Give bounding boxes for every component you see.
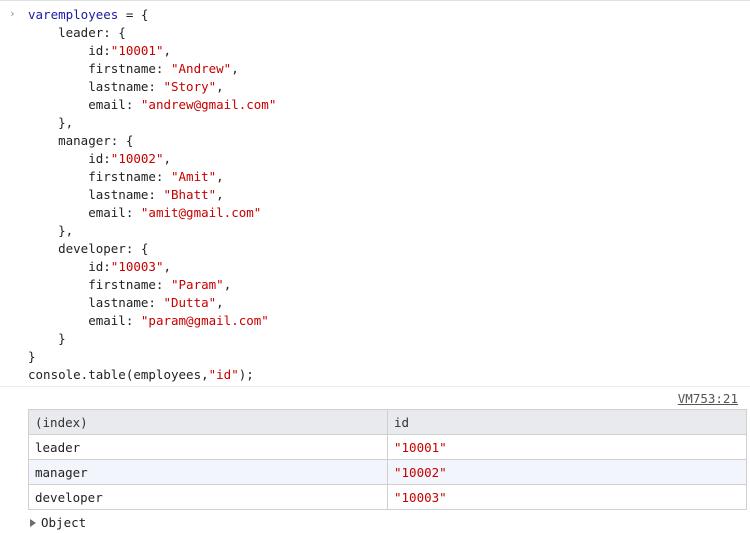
code-text: , <box>231 61 239 76</box>
code-line: lastname: "Bhatt", <box>28 186 276 204</box>
code-line: id:"10002", <box>28 150 276 168</box>
code-text: , <box>223 277 232 292</box>
table-header-row: (index) id <box>28 409 747 435</box>
code-text: }, <box>28 223 74 238</box>
code-text: leader: { <box>28 25 126 40</box>
code-text: ); <box>238 367 254 382</box>
code-text: email: <box>28 313 141 328</box>
string-token: "amit@gmail.com" <box>140 205 262 220</box>
code-line: email: "param@gmail.com" <box>28 312 276 330</box>
string-token: "10002" <box>110 151 164 166</box>
keyword-token: var <box>28 7 51 22</box>
code-line: manager: { <box>28 132 276 150</box>
variable-token: employees <box>50 7 119 22</box>
string-token: "Amit" <box>171 169 217 184</box>
entry-divider <box>0 386 750 387</box>
code-text: } <box>28 349 36 364</box>
code-text: }, <box>28 115 74 130</box>
code-text: id: <box>28 43 111 58</box>
string-token: "id" <box>208 367 239 382</box>
code-line: } <box>28 330 276 348</box>
string-token: "Andrew" <box>171 61 232 76</box>
code-line: id:"10001", <box>28 42 276 60</box>
console-table: (index) id leader "10001" manager "10002… <box>28 409 747 510</box>
console-input-entry[interactable]: › varemployees = { leader: { id:"10001",… <box>0 6 750 386</box>
code-text: email: <box>28 205 141 220</box>
code-text: firstname: <box>28 277 171 292</box>
code-text: lastname: <box>28 79 164 94</box>
table-row: developer "10003" <box>28 484 747 510</box>
code-line: console.table(employees,"id"); <box>28 366 276 384</box>
code-text: id: <box>28 151 111 166</box>
string-token: "10003" <box>110 259 164 274</box>
code-line: firstname: "Andrew", <box>28 60 276 78</box>
code-text: , <box>163 43 172 58</box>
table-row: manager "10002" <box>28 459 747 485</box>
code-line: leader: { <box>28 24 276 42</box>
code-text: , <box>163 259 172 274</box>
code-text: , <box>216 79 224 94</box>
string-token: "param@gmail.com" <box>140 313 269 328</box>
string-token: "Bhatt" <box>163 187 217 202</box>
code-text: email: <box>28 97 141 112</box>
console-top-border <box>0 0 750 1</box>
string-token: "Story" <box>163 79 217 94</box>
code-line: email: "andrew@gmail.com" <box>28 96 276 114</box>
chevron-right-icon: › <box>9 7 16 20</box>
code-line: developer: { <box>28 240 276 258</box>
string-token: "Dutta" <box>163 295 217 310</box>
code-line: lastname: "Dutta", <box>28 294 276 312</box>
column-header-index[interactable]: (index) <box>28 409 388 435</box>
code-text: manager: { <box>28 133 134 148</box>
triangle-right-icon <box>30 519 36 527</box>
code-line: }, <box>28 222 276 240</box>
code-line: lastname: "Story", <box>28 78 276 96</box>
row-index-cell: developer <box>28 484 388 510</box>
string-token: "andrew@gmail.com" <box>140 97 277 112</box>
row-id-cell: "10003" <box>387 484 747 510</box>
code-text: console.table(employees, <box>28 367 209 382</box>
code-line: } <box>28 348 276 366</box>
object-expander[interactable]: Object <box>30 515 86 530</box>
row-id-cell: "10001" <box>387 434 747 460</box>
code-text: = { <box>118 7 149 22</box>
code-text: id: <box>28 259 111 274</box>
row-index-cell: manager <box>28 459 388 485</box>
code-text: , <box>163 151 172 166</box>
code-line: id:"10003", <box>28 258 276 276</box>
table-row: leader "10001" <box>28 434 747 460</box>
code-text: } <box>28 331 66 346</box>
code-block[interactable]: varemployees = { leader: { id:"10001", f… <box>28 6 276 384</box>
source-link[interactable]: VM753:21 <box>678 391 738 406</box>
code-text: developer: { <box>28 241 149 256</box>
string-token: "10001" <box>110 43 164 58</box>
code-text: firstname: <box>28 61 171 76</box>
column-header-id[interactable]: id <box>387 409 747 435</box>
code-line: firstname: "Param", <box>28 276 276 294</box>
code-line: }, <box>28 114 276 132</box>
object-label: Object <box>41 515 87 530</box>
code-line: email: "amit@gmail.com" <box>28 204 276 222</box>
row-index-cell: leader <box>28 434 388 460</box>
code-line: varemployees = { <box>28 6 276 24</box>
string-token: "Param" <box>171 277 224 292</box>
code-text: , <box>216 187 224 202</box>
code-text: lastname: <box>28 295 164 310</box>
row-id-cell: "10002" <box>387 459 747 485</box>
code-text: lastname: <box>28 187 164 202</box>
code-text: , <box>216 169 224 184</box>
code-text: , <box>216 295 224 310</box>
code-text: firstname: <box>28 169 171 184</box>
code-line: firstname: "Amit", <box>28 168 276 186</box>
